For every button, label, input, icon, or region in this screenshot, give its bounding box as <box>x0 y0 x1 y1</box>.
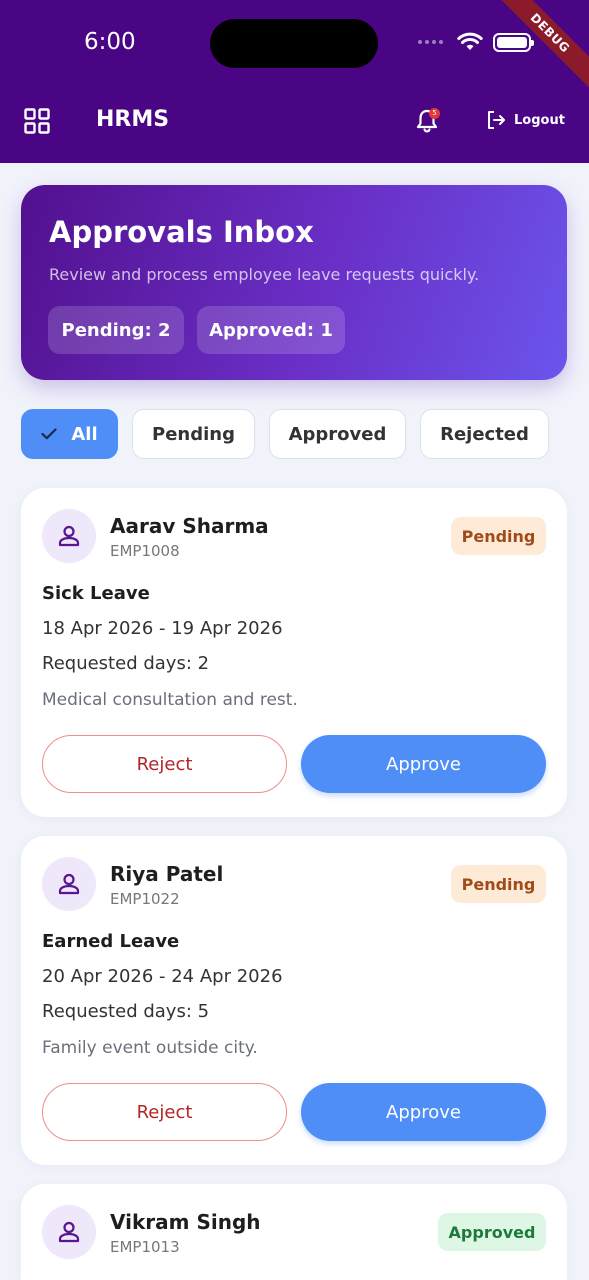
check-icon <box>41 428 57 440</box>
grid-menu-icon[interactable] <box>24 108 50 134</box>
approved-count-chip: Approved: 1 <box>197 306 345 354</box>
reject-button[interactable]: Reject <box>42 735 287 793</box>
requested-days: Requested days: 5 <box>42 1001 210 1022</box>
app-header: 6:00 DEBUG HRMS 5 Logout <box>0 0 589 163</box>
signal-icon <box>418 40 443 44</box>
status-icons <box>418 32 534 52</box>
leave-type: Sick Leave <box>42 583 150 604</box>
dynamic-island <box>210 19 378 68</box>
leave-reason: Medical consultation and rest. <box>42 690 298 710</box>
logout-button[interactable]: Logout <box>486 110 565 130</box>
filter-pending[interactable]: Pending <box>132 409 255 459</box>
approve-button[interactable]: Approve <box>301 735 546 793</box>
leave-dates: 18 Apr 2026 - 19 Apr 2026 <box>42 618 283 639</box>
person-icon <box>58 525 80 547</box>
approvals-hero-card: Approvals Inbox Review and process emplo… <box>21 185 567 380</box>
status-badge: Approved <box>438 1213 546 1251</box>
avatar <box>42 509 96 563</box>
battery-icon <box>493 32 534 52</box>
leave-request-card: Riya Patel EMP1022 Pending Earned Leave … <box>21 836 567 1165</box>
leave-request-card: Vikram Singh EMP1013 Approved <box>21 1184 567 1280</box>
logout-label: Logout <box>514 112 565 128</box>
page-subtitle: Review and process employee leave reques… <box>49 265 480 284</box>
leave-request-card: Aarav Sharma EMP1008 Pending Sick Leave … <box>21 488 567 817</box>
avatar <box>42 857 96 911</box>
notification-badge: 5 <box>429 108 440 119</box>
pending-count-chip: Pending: 2 <box>48 306 184 354</box>
person-icon <box>58 1221 80 1243</box>
logout-icon <box>488 111 505 129</box>
employee-name: Aarav Sharma <box>110 514 269 538</box>
status-time: 6:00 <box>84 29 136 55</box>
requested-days: Requested days: 2 <box>42 653 210 674</box>
leave-type: Earned Leave <box>42 931 180 952</box>
wifi-icon <box>457 32 483 50</box>
employee-name: Vikram Singh <box>110 1210 261 1234</box>
avatar <box>42 1205 96 1259</box>
filter-all[interactable]: All <box>21 409 118 459</box>
reject-button[interactable]: Reject <box>42 1083 287 1141</box>
person-icon <box>58 873 80 895</box>
leave-reason: Family event outside city. <box>42 1038 258 1058</box>
leave-dates: 20 Apr 2026 - 24 Apr 2026 <box>42 966 283 987</box>
filter-label: Pending <box>152 423 235 445</box>
employee-name: Riya Patel <box>110 862 224 886</box>
filter-label: Rejected <box>440 423 529 445</box>
approve-button[interactable]: Approve <box>301 1083 546 1141</box>
status-badge: Pending <box>451 517 546 555</box>
filter-rejected[interactable]: Rejected <box>420 409 549 459</box>
app-title: HRMS <box>96 107 170 132</box>
employee-id: EMP1013 <box>110 1238 180 1256</box>
employee-id: EMP1022 <box>110 890 180 908</box>
filter-label: Approved <box>288 423 387 445</box>
employee-id: EMP1008 <box>110 542 180 560</box>
filter-approved[interactable]: Approved <box>269 409 406 459</box>
filter-label: All <box>71 423 98 445</box>
page-title: Approvals Inbox <box>49 215 314 249</box>
status-badge: Pending <box>451 865 546 903</box>
